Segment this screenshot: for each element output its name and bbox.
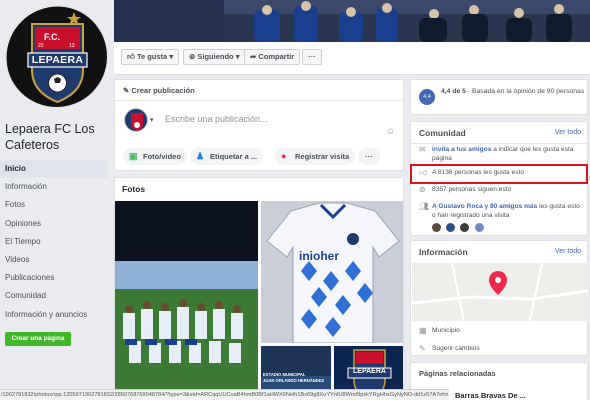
crest-mini-icon [131,113,143,131]
browser-status-bar: /1902781832/photos/rpp.1205971902781832/… [0,389,449,400]
avatar[interactable] [474,223,484,232]
rss-icon: ⊚ [189,52,196,61]
building-icon: ▦ [419,326,427,335]
divider [115,100,403,101]
thumbs-up-icon: 👍︎ [127,52,135,61]
team-photo[interactable] [115,201,258,396]
suggest-edits-row: ✎ Sugerir cambios [419,344,480,353]
profile-picture[interactable]: F.C. 20 13 LEPAERA [5,5,108,108]
create-post-card: ✎ Crear publicación ▾ Escribe una public… [114,79,404,171]
friend-avatars [432,223,487,232]
chevron-down-icon[interactable]: ▾ [150,116,154,124]
stadium-line1: ESTADIO MUNICIPAL [263,372,306,377]
cover-photo[interactable] [114,0,590,42]
tag-people-button[interactable]: ♟ Etiquetar a ... [190,148,264,165]
avatar[interactable] [446,223,456,232]
invite-friends-icon: ✉ [419,145,426,154]
avatar[interactable] [432,223,441,232]
nav-item-fotos[interactable]: Fotos [0,196,108,214]
info-see-all-link[interactable]: Ver todo [555,248,581,255]
post-input[interactable]: Escribe una publicación... [165,114,268,124]
friends-icon: 👥︎ [419,202,430,211]
invite-friends-link[interactable]: Invita a tus amigos [432,146,491,153]
friends-link[interactable]: A Gustavo Roca y 80 amigos más [432,203,537,210]
invite-friends-row: ✉ Invita a tus amigos a indicar que les … [419,145,574,162]
tag-person-icon: ♟ [196,151,205,161]
info-title: Información [419,247,468,257]
create-post-header: ✎ Crear publicación [123,86,195,95]
followers-row: ⊚ 8357 personas siguen esto [419,185,512,194]
photos-title[interactable]: Fotos [122,184,145,194]
share-arrow-icon: ➦ [250,52,257,61]
jersey-sponsor-text: inioher [299,249,340,263]
nav-item-el-tiempo[interactable]: El Tiempo [0,233,108,251]
nav-item-opiniones[interactable]: Opiniones [0,215,108,233]
location-map[interactable] [412,263,588,321]
location-pin-icon: ● [281,151,287,161]
pencil-icon: ✎ [123,86,130,95]
chevron-down-icon: ▾ [169,52,174,61]
more-options-button[interactable]: ··· [302,49,322,65]
related-pages-title: Páginas relacionadas [419,369,496,378]
divider [411,143,587,144]
rating-dot: · [467,88,471,95]
stadium-line2: JUAN ORLANDO HERNÁNDEZ [263,378,325,383]
checkin-button[interactable]: ● Registrar visita [275,148,356,165]
rss-icon: ⊚ [419,185,426,194]
left-column: F.C. 20 13 LEPAERA Lepaera FC Los Cafete… [0,0,112,400]
page-nav: Inicio Información Fotos Opiniones El Ti… [0,160,108,324]
info-card: Información Ver todo ▦ Municipio ✎ Suger… [410,240,588,356]
logo-fc-text: F.C. [44,32,61,42]
rating-text: 4,4 de 5 · Basada en la opinión de 90 pe… [441,88,585,95]
nav-item-publicaciones[interactable]: Publicaciones [0,269,108,287]
nav-item-informacion-anuncios[interactable]: Información y anuncios [0,306,108,324]
jersey-photo[interactable]: inioher [261,201,403,343]
following-button[interactable]: ⊚ Siguiendo ▾ [183,49,246,65]
pencil-icon: ✎ [419,344,426,353]
emoji-icon[interactable]: ☺ [386,126,395,136]
nav-item-informacion[interactable]: Información [0,178,108,196]
nav-item-comunidad[interactable]: Comunidad [0,287,108,305]
map-image [412,263,588,321]
photos-card: Fotos inioher ESTADIO MUNICIPAL JUAN ORL… [114,177,404,400]
rating-badge: 4,4 [419,89,435,105]
more-post-options-button[interactable]: ··· [358,148,380,165]
share-button[interactable]: ➦ Compartir [244,49,301,65]
cover-crowd-image [114,0,590,42]
photo-video-button[interactable]: ▣ Foto/video [123,148,187,165]
like-button[interactable]: 👍︎ Te gusta ▾ [121,49,180,65]
avatar[interactable] [460,223,470,232]
community-see-all-link[interactable]: Ver todo [555,129,581,136]
chevron-down-icon: ▾ [235,52,240,61]
friends-row: 👥︎ A Gustavo Roca y 80 amigos más les gu… [419,202,580,219]
photo-icon: ▣ [129,151,138,161]
related-page-name[interactable]: Barras Bravas De ... [455,391,526,400]
logo-name-text: LEPAERA [31,54,84,66]
crest-photo-name: LEPAERA [353,368,386,375]
nav-item-inicio[interactable]: Inicio [0,160,108,179]
community-title: Comunidad [419,128,466,138]
municipio-row: ▦ Municipio [419,326,460,335]
team-photo-image [115,201,258,396]
create-page-button[interactable]: Crear una página [5,332,71,346]
page-actions-bar: 👍︎ Te gusta ▾ ⊚ Siguiendo ▾ ➦ Compartir … [114,42,590,75]
highlight-box [410,164,588,184]
logo-year-right: 13 [69,43,75,49]
post-author-avatar[interactable] [124,108,148,132]
nav-item-videos[interactable]: Videos [0,251,108,269]
jersey-image [261,201,403,343]
rating-card: 4,4 4,4 de 5 · Basada en la opinión de 9… [410,79,588,115]
logo-year-left: 20 [38,43,44,49]
page-title: Lepaera FC Los Cafeteros [5,122,95,152]
